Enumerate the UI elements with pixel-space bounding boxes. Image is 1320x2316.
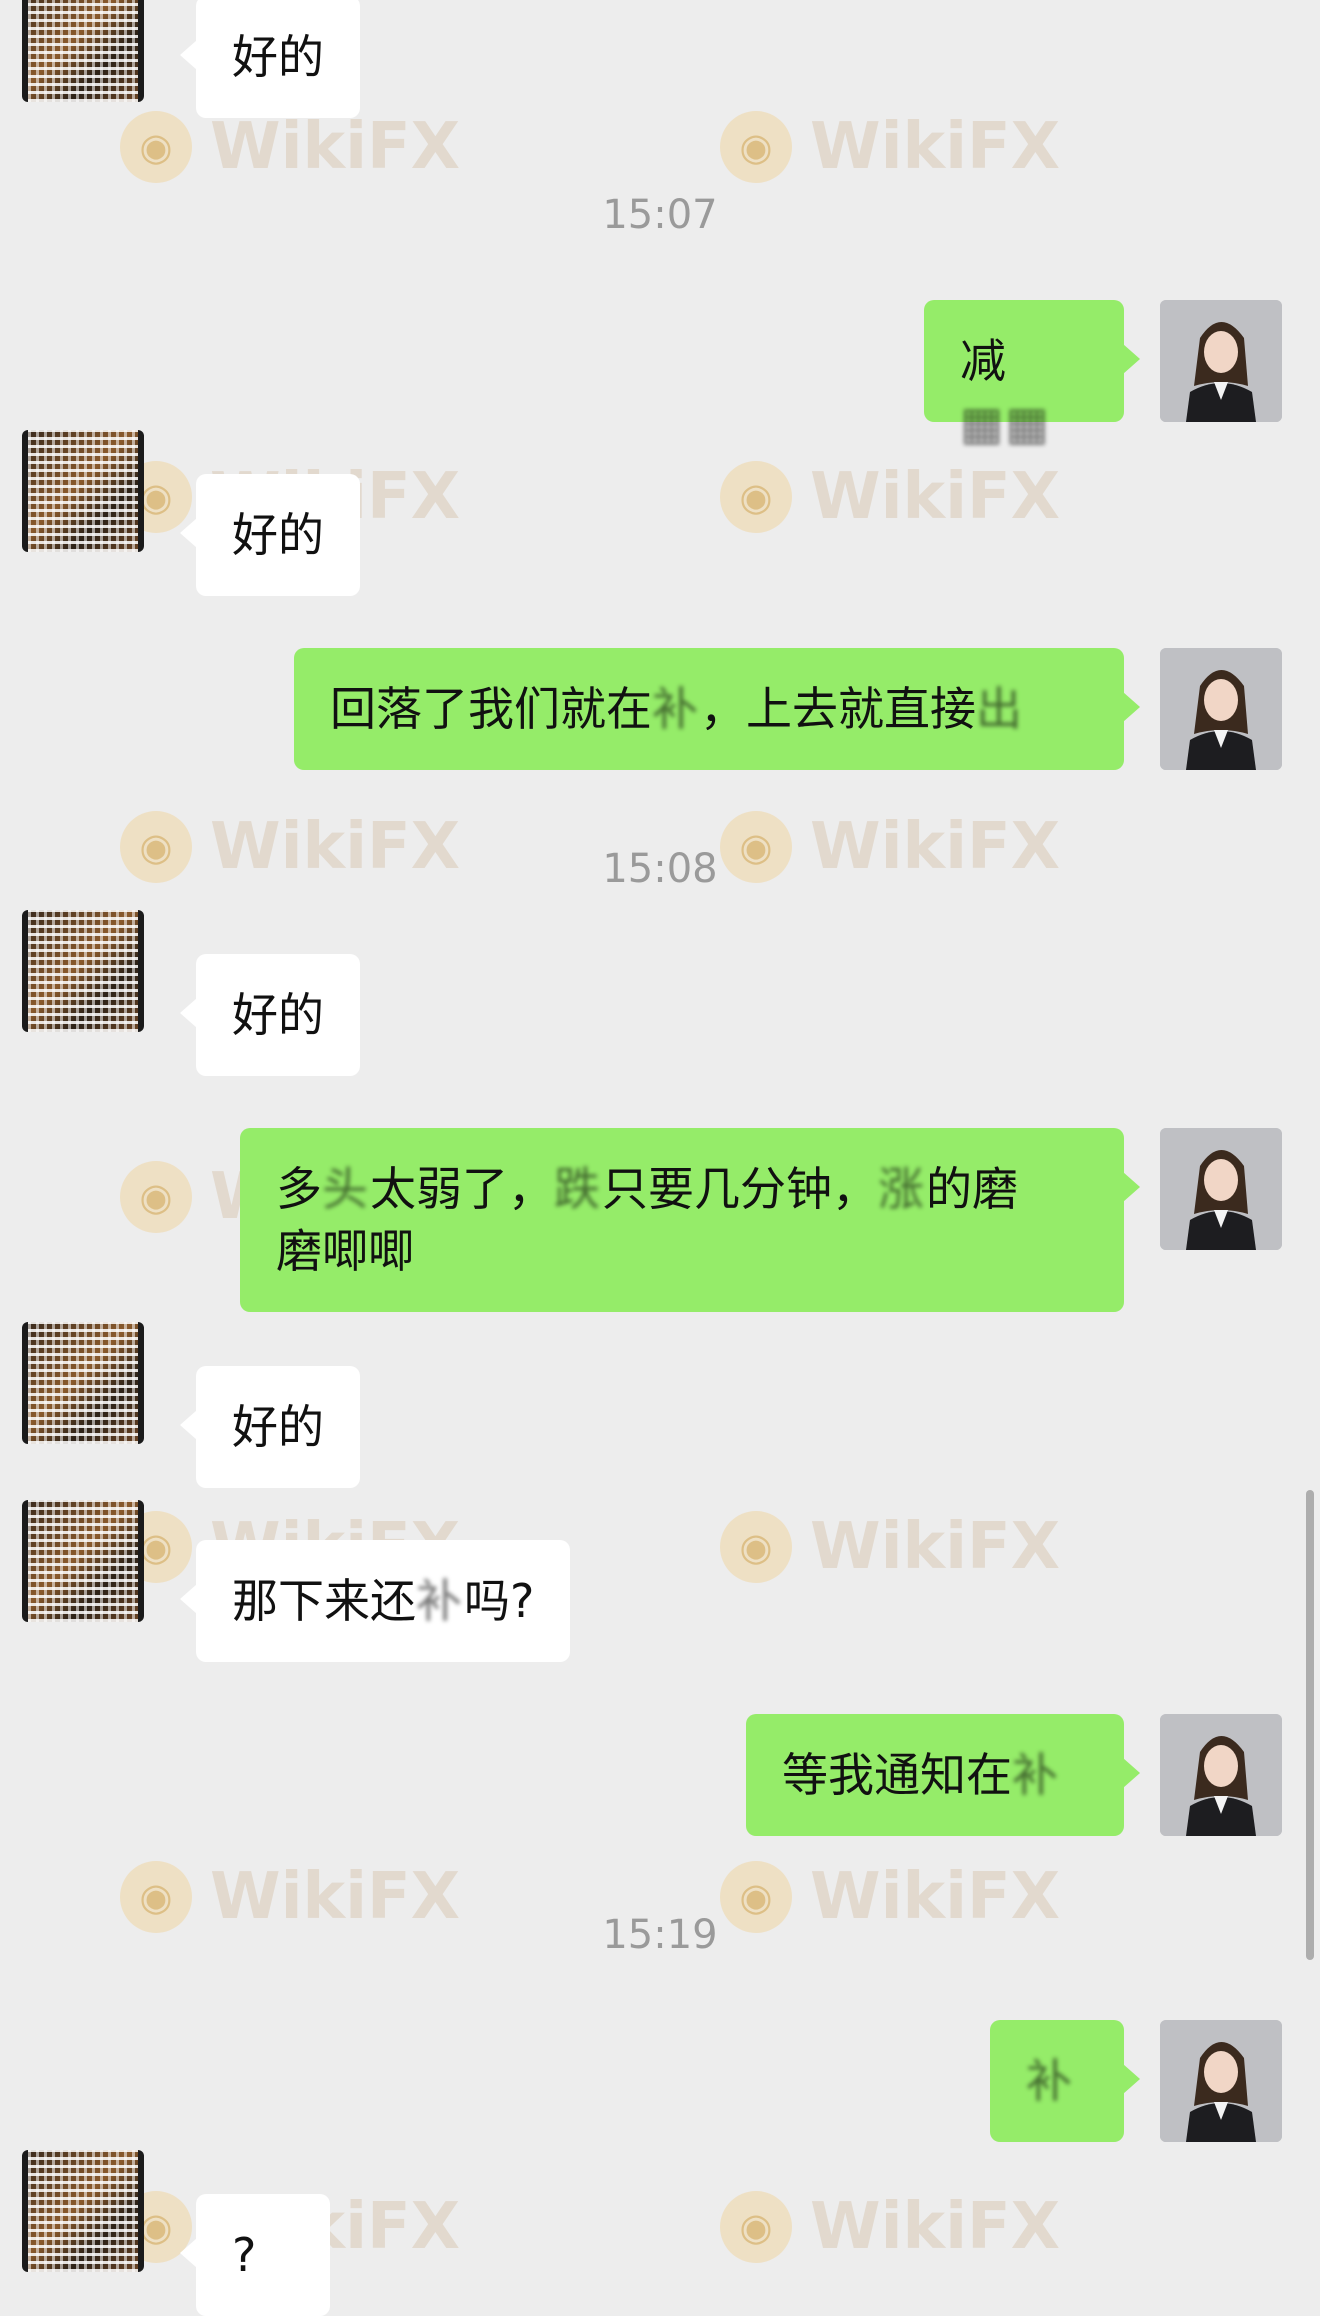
- self-message[interactable]: 减▦▦: [924, 300, 1140, 450]
- woman-in-suit-icon: [1160, 300, 1282, 422]
- peer-message[interactable]: 那下来还补吗?: [179, 1540, 571, 1662]
- wikifx-watermark: ◉WikiFX: [120, 110, 460, 184]
- self-message[interactable]: 补: [990, 2020, 1140, 2142]
- woman-in-suit-icon: [1160, 1714, 1282, 1836]
- wikifx-watermark: ◉WikiFX: [720, 2190, 1060, 2264]
- wikifx-watermark: ◉WikiFX: [720, 110, 1060, 184]
- wikifx-logo-icon: ◉: [120, 1161, 192, 1233]
- woman-in-suit-icon: [1160, 648, 1282, 770]
- peer-avatar[interactable]: [22, 1322, 144, 1444]
- self-avatar[interactable]: [1160, 648, 1282, 770]
- self-avatar[interactable]: [1160, 1128, 1282, 1250]
- self-avatar[interactable]: [1160, 1714, 1282, 1836]
- peer-avatar[interactable]: [22, 430, 144, 552]
- peer-avatar[interactable]: [22, 1500, 144, 1622]
- self-avatar[interactable]: [1160, 2020, 1282, 2142]
- peer-avatar[interactable]: [22, 2150, 144, 2272]
- wikifx-logo-icon: ◉: [720, 111, 792, 183]
- self-message[interactable]: 等我通知在补: [746, 1714, 1140, 1836]
- wikifx-watermark: ◉WikiFX: [720, 1510, 1060, 1584]
- message-timestamp: 15:19: [602, 1912, 718, 1958]
- self-message[interactable]: 多头太弱了，跌只要几分钟，涨的磨 磨唧唧: [240, 1128, 1140, 1312]
- peer-message[interactable]: ?: [180, 2194, 330, 2316]
- chat-conversation[interactable]: ◉WikiFX ◉WikiFX ◉WikiFX ◉WikiFX ◉WikiFX …: [0, 0, 1320, 2316]
- wikifx-logo-icon: ◉: [720, 2191, 792, 2263]
- self-avatar[interactable]: [1160, 300, 1282, 422]
- peer-message[interactable]: 好的: [180, 0, 360, 118]
- peer-message[interactable]: 好的: [180, 474, 360, 596]
- self-message[interactable]: 回落了我们就在补，上去就直接出: [294, 648, 1140, 770]
- woman-in-suit-icon: [1160, 1128, 1282, 1250]
- peer-message[interactable]: 好的: [180, 1366, 360, 1488]
- wikifx-logo-icon: ◉: [720, 461, 792, 533]
- peer-message[interactable]: 好的: [180, 954, 360, 1076]
- peer-avatar[interactable]: [22, 910, 144, 1032]
- woman-in-suit-icon: [1160, 2020, 1282, 2142]
- message-timestamp: 15:08: [602, 846, 718, 892]
- wikifx-watermark: ◉WikiFX: [720, 460, 1060, 534]
- wikifx-logo-icon: ◉: [120, 111, 192, 183]
- peer-avatar[interactable]: [22, 0, 144, 102]
- scrollbar[interactable]: [1306, 1490, 1314, 1960]
- message-timestamp: 15:07: [602, 192, 718, 238]
- wikifx-logo-icon: ◉: [720, 1511, 792, 1583]
